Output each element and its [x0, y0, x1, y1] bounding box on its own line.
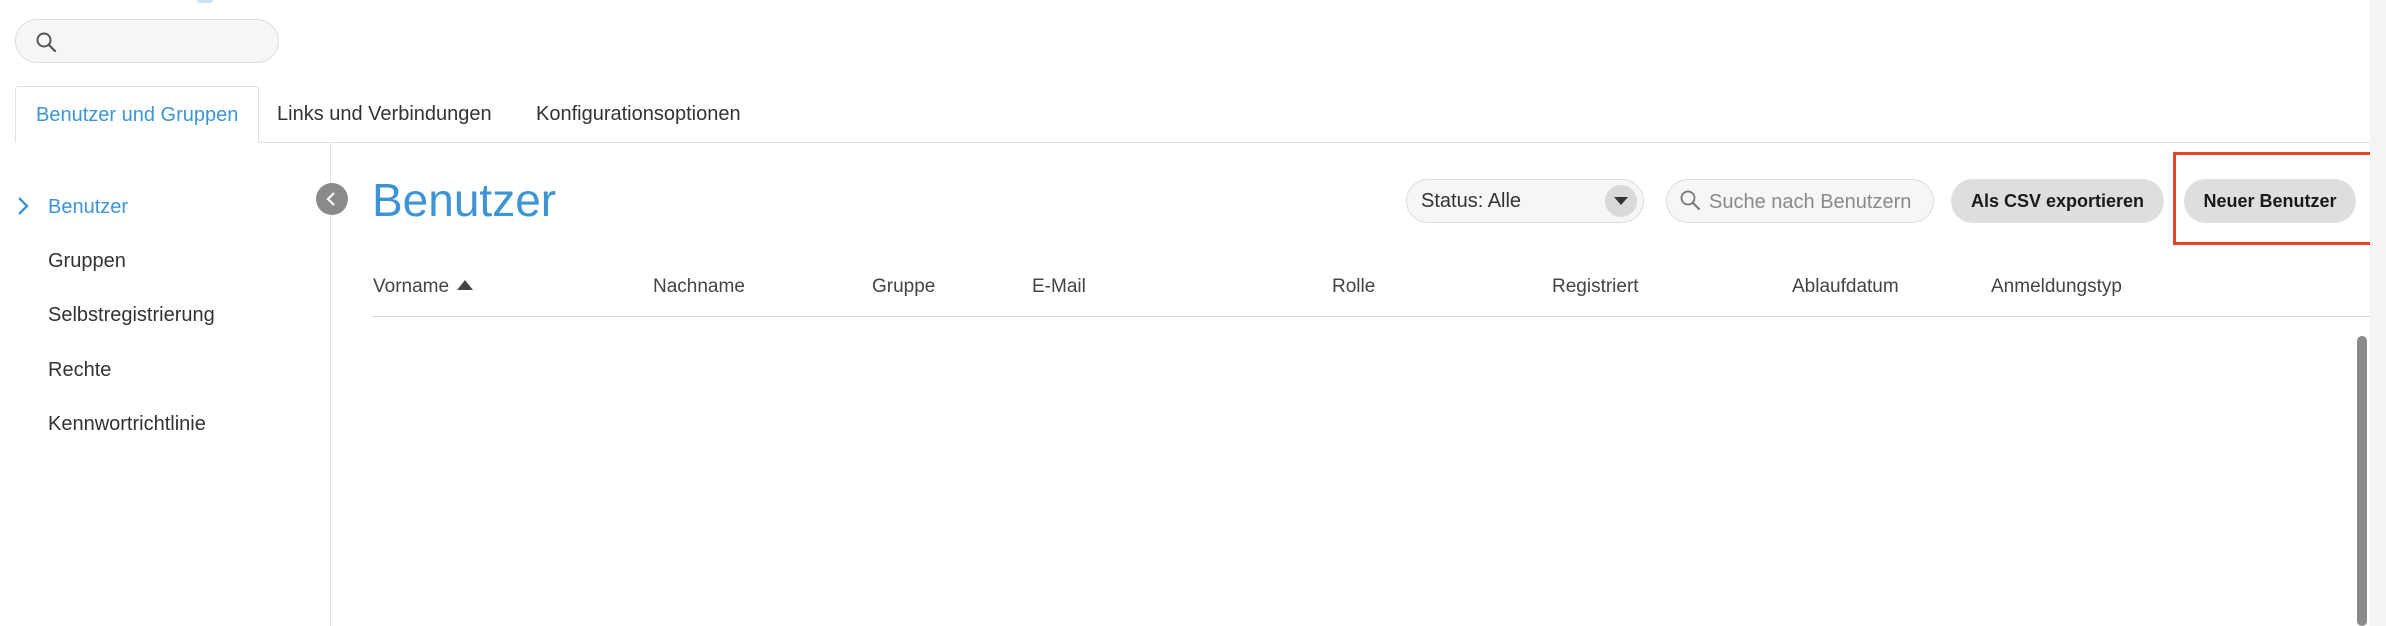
column-header-nachname[interactable]: Nachname [653, 275, 745, 299]
tab-konfigurationsoptionen[interactable]: Konfigurationsoptionen [516, 86, 761, 143]
sidebar-item-rechte[interactable]: Rechte [48, 356, 111, 384]
sidebar-divider [330, 143, 331, 626]
page-title: Benutzer [372, 174, 557, 226]
chevron-right-icon [18, 197, 29, 215]
user-search-input[interactable] [1707, 186, 1931, 218]
column-header-rolle[interactable]: Rolle [1332, 275, 1375, 299]
export-csv-button[interactable]: Als CSV exportieren [1951, 179, 2164, 223]
status-filter-value: Status: Alle [1421, 190, 1522, 212]
global-search-box[interactable] [15, 19, 279, 63]
column-header-anmeldungstyp[interactable]: Anmeldungstyp [1991, 275, 2122, 299]
column-header-registriert[interactable]: Registriert [1552, 275, 1639, 299]
caret-down-icon [1614, 197, 1628, 205]
tab-benutzer-und-gruppen[interactable]: Benutzer und Gruppen [15, 86, 260, 143]
column-header-ablaufdatum[interactable]: Ablaufdatum [1792, 275, 1899, 299]
global-search-input[interactable] [66, 26, 270, 58]
window-right-edge [2370, 0, 2386, 626]
new-user-button[interactable]: Neuer Benutzer [2184, 179, 2356, 223]
user-search-box[interactable] [1666, 179, 1934, 223]
top-edge-fragment [197, 0, 213, 3]
sidebar-item-gruppen[interactable]: Gruppen [48, 247, 126, 275]
table-header-divider [372, 316, 2370, 317]
chevron-left-icon [326, 192, 335, 206]
dropdown-caret[interactable] [1605, 185, 1637, 217]
sidebar-item-benutzer[interactable]: Benutzer [48, 193, 128, 221]
column-header-gruppe[interactable]: Gruppe [872, 275, 935, 299]
sidebar-item-kennwortrichtlinie[interactable]: Kennwortrichtlinie [48, 410, 206, 438]
sort-ascending-icon [457, 280, 474, 290]
search-icon [1680, 190, 1700, 210]
scrollbar-thumb[interactable] [2357, 336, 2367, 626]
column-header-label: Vorname [373, 276, 450, 297]
status-filter-select[interactable]: Status: Alle [1406, 179, 1644, 223]
tab-links-und-verbindungen[interactable]: Links und Verbindungen [257, 86, 512, 143]
column-header-email[interactable]: E-Mail [1032, 275, 1086, 299]
collapse-sidebar-button[interactable] [316, 183, 348, 215]
column-header-vorname[interactable]: Vorname [373, 275, 474, 299]
sidebar-item-selbstregistrierung[interactable]: Selbstregistrierung [48, 301, 215, 329]
search-icon [36, 32, 57, 53]
